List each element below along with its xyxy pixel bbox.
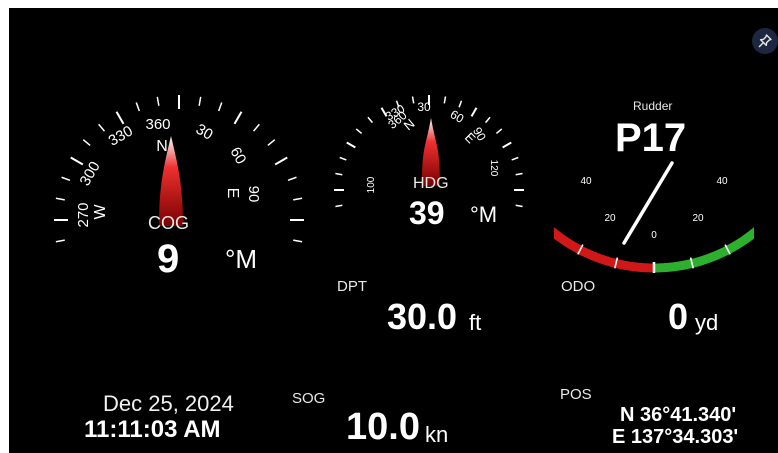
tick-mark [82,139,91,147]
dpt-unit: ft [469,310,482,335]
tick-mark [115,111,125,125]
cog-label: COG [148,213,190,233]
cog-tick-e: E [224,188,241,199]
tick-mark [233,111,243,125]
tick-mark [55,239,65,243]
tick-mark [367,116,374,124]
hdg-value: 39 [409,195,445,231]
tick-mark [515,172,523,176]
tick-mark [511,156,519,161]
rudder-value: P17 [615,116,687,160]
odo-label: ODO [561,278,596,295]
tick-mark [484,116,491,124]
tick-mark [252,123,260,132]
cog-tick-30: 30 [193,121,216,144]
tick-mark [443,96,447,104]
instrument-display: 330 360 30 60 90 300 270 N E W COG 9 °M … [9,8,778,453]
cog-tick-60: 60 [226,144,249,167]
tick-mark [156,96,160,106]
hdg-label: HDG [413,175,449,192]
hdg-tick-30: 30 [417,100,431,114]
rudder-tick-zero: 0 [651,230,657,241]
tick-mark [355,128,363,135]
cog-value: 9 [157,237,180,281]
tick-mark [515,204,523,208]
tick-mark [135,102,141,112]
tick-mark [335,204,343,208]
rudder-label: Rudder [633,99,673,113]
cog-unit: °M [225,244,258,274]
tick-mark [55,197,65,201]
tick-mark [293,239,303,243]
tick-mark [61,176,71,182]
odo-value: 0 [668,296,689,337]
tick-mark [335,172,343,176]
rudder-needle-line [622,161,674,245]
tick-mark [287,176,297,182]
pos-lat: N 36°41.340' [620,404,737,426]
rudder-scale: 40 20 0 20 40 [554,161,754,273]
odo-unit: yd [695,310,719,335]
tick-mark [411,96,415,104]
tick-mark [198,96,202,106]
rudder-tick-stbd-40: 40 [716,176,728,187]
cog-tick-360: 360 [145,116,170,133]
rudder-arc-starboard [653,227,754,273]
tick-mark [502,141,512,149]
cog-tick-270: 270 [75,202,92,227]
tick-mark [458,100,463,108]
pos-label: POS [560,386,592,403]
tick-mark [274,156,288,166]
sog-unit: kn [425,422,449,447]
sog-label: SOG [292,390,326,407]
rudder-arc-port [554,227,655,273]
cog-tick-90: 90 [245,186,262,203]
pin-icon [758,34,772,48]
tick-mark [98,123,106,132]
dpt-label: DPT [337,278,367,295]
hdg-unit: °M [470,202,498,227]
tick-mark [293,197,303,201]
hdg-tick-120: 120 [488,160,499,177]
tick-mark [346,141,356,149]
pos-lon: E 137°34.303' [612,426,739,448]
rudder-needle [622,161,674,245]
tick-mark [70,156,84,166]
tick-mark [267,139,276,147]
dpt-value: 30.0 [387,296,458,337]
cog-tick-n: N [156,138,168,155]
tick-mark [470,107,478,117]
time-text: 11:11:03 AM [84,416,221,443]
tick-mark [495,128,503,135]
pin-button[interactable] [752,28,778,54]
tick-mark [339,156,347,161]
tick-mark [217,102,223,112]
date-text: Dec 25, 2024 [103,391,234,416]
cog-tick-w: W [92,204,109,220]
rudder-tick-port-40: 40 [580,176,592,187]
hdg-tick-60: 60 [448,107,467,126]
sog-value: 10.0 [346,406,420,448]
cog-tick-330: 330 [106,122,136,149]
hdg-tick-100: 100 [366,176,377,193]
rudder-tick-port-20: 20 [604,213,616,224]
rudder-tick-stbd-20: 20 [692,213,704,224]
